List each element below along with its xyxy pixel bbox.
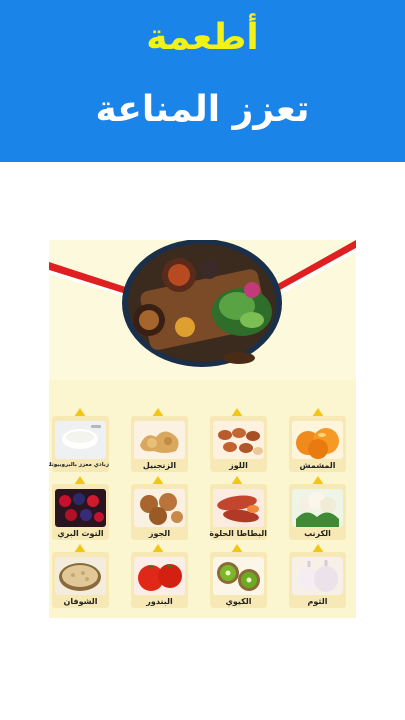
yogurt-icon — [55, 421, 106, 459]
food-card-garlic: الثوم — [289, 552, 346, 608]
almond-icon — [213, 421, 264, 459]
apricot-icon — [292, 421, 343, 459]
food-card-yogurt: زبادي معزز بالبروبيوتك — [49, 416, 109, 472]
food-card-tomato: البندور — [131, 552, 188, 608]
food-card-sweet-potato: البطاطا الحلوة — [209, 484, 267, 540]
title-line-1: أطعمة — [146, 17, 259, 58]
food-card-cauliflower: الكرنب — [289, 484, 346, 540]
food-label: اللوز — [229, 461, 248, 470]
food-label: الزنجبيل — [142, 461, 177, 470]
header-banner: أطعمة تعزز المناعة — [0, 0, 405, 162]
food-label: الشوفان — [63, 597, 98, 606]
food-card-kiwi: الكيوي — [210, 552, 267, 608]
food-card-almond: اللوز — [210, 416, 267, 472]
food-card-berries: التوت البري — [52, 484, 109, 540]
food-label: الثوم — [307, 597, 328, 606]
garlic-icon — [292, 557, 343, 595]
food-label: البندور — [146, 597, 173, 606]
food-card-walnut: الجوز — [131, 484, 188, 540]
tomato-icon — [134, 557, 185, 595]
food-label: الكيوي — [225, 597, 252, 606]
berries-icon — [55, 489, 106, 527]
ginger-icon — [134, 421, 185, 459]
food-label: الكرنب — [304, 529, 331, 538]
platter-illustration — [49, 240, 356, 367]
sweet-potato-icon — [213, 489, 264, 527]
food-card-oats: الشوفان — [52, 552, 109, 608]
food-card-apricot: المشمش — [289, 416, 346, 472]
immune-foods-poster: المشمش اللوز الزنجبيل زبادي معزز بالبروب… — [49, 240, 356, 618]
food-label: الجوز — [148, 529, 171, 538]
cauliflower-icon — [292, 489, 343, 527]
food-label: المشمش — [299, 461, 336, 470]
kiwi-icon — [213, 557, 264, 595]
food-label: البطاطا الحلوة — [209, 529, 267, 538]
oats-icon — [55, 557, 106, 595]
food-label: زبادي معزز بالبروبيوتك — [49, 462, 109, 468]
food-card-ginger: الزنجبيل — [131, 416, 188, 472]
food-label: التوت البري — [57, 529, 104, 538]
walnut-icon — [134, 489, 185, 527]
title-line-2: تعزز المناعة — [95, 89, 310, 130]
